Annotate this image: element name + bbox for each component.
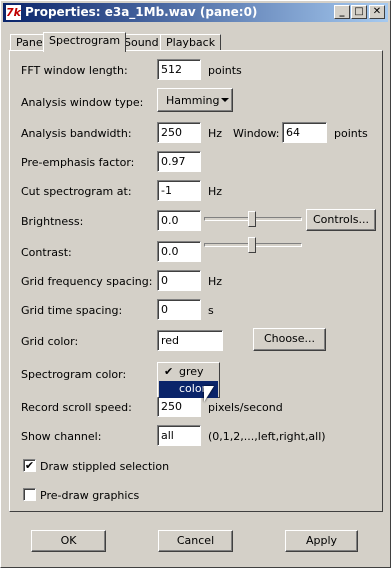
properties-window: 7k Properties: e3a_1Mb.wav (pane:0) _ □ …: [0, 0, 391, 568]
chevron-down-icon: [221, 98, 229, 102]
close-button[interactable]: ✕: [369, 5, 385, 19]
title-bar[interactable]: 7k Properties: e3a_1Mb.wav (pane:0) _ □ …: [3, 3, 388, 22]
scroll-speed-label: Record scroll speed:: [21, 401, 132, 414]
menu-item-color-label: color: [179, 382, 207, 395]
grid-time-input[interactable]: 0: [157, 299, 201, 320]
menu-item-grey[interactable]: ✔ grey: [159, 364, 218, 381]
fft-unit: points: [208, 64, 242, 77]
grid-freq-unit: Hz: [208, 275, 223, 288]
window-label: Window:: [233, 127, 280, 140]
checkmark-icon: ✔: [24, 459, 35, 472]
grid-freq-label: Grid frequency spacing:: [21, 275, 153, 288]
predraw-label: Pre-draw graphics: [40, 489, 140, 502]
choose-color-button[interactable]: Choose...: [253, 328, 326, 351]
analysis-window-dropdown[interactable]: Hamming: [157, 88, 233, 112]
brightness-input[interactable]: 0.0: [157, 210, 201, 231]
analysis-window-value: Hamming: [166, 94, 220, 107]
maximize-button[interactable]: □: [351, 5, 367, 19]
contrast-slider-thumb[interactable]: [248, 237, 256, 253]
fft-label: FFT window length:: [21, 64, 128, 77]
grid-time-label: Grid time spacing:: [21, 304, 123, 317]
cut-label: Cut spectrogram at:: [21, 185, 132, 198]
bandwidth-unit: Hz: [208, 127, 223, 140]
show-channel-hint: (0,1,2,...,left,right,all): [208, 430, 326, 443]
draw-stippled-checkbox[interactable]: ✔: [23, 459, 36, 472]
contrast-input[interactable]: 0.0: [157, 241, 201, 262]
preemphasis-input[interactable]: 0.97: [157, 151, 201, 172]
mouse-cursor-icon: [204, 386, 214, 402]
app-icon: 7k: [6, 5, 21, 20]
cut-input[interactable]: -1: [157, 180, 201, 201]
window-unit: points: [334, 127, 368, 140]
fft-input[interactable]: 512: [157, 59, 201, 80]
show-channel-input[interactable]: all: [157, 425, 201, 446]
spectrogram-color-label: Spectrogram color:: [21, 368, 127, 381]
grid-color-input[interactable]: red: [157, 330, 223, 351]
grid-freq-input[interactable]: 0: [157, 270, 201, 291]
show-channel-label: Show channel:: [21, 430, 102, 443]
window-title: Properties: e3a_1Mb.wav (pane:0): [25, 5, 258, 19]
tab-playback[interactable]: Playback: [160, 34, 222, 51]
analysis-window-label: Analysis window type:: [21, 96, 144, 109]
scroll-speed-unit: pixels/second: [208, 401, 283, 414]
window-input[interactable]: 64: [282, 122, 327, 143]
grid-time-unit: s: [208, 304, 214, 317]
brightness-slider-thumb[interactable]: [248, 211, 256, 227]
scroll-speed-input[interactable]: 250: [157, 396, 201, 417]
predraw-checkbox[interactable]: [23, 488, 36, 501]
preemphasis-label: Pre-emphasis factor:: [21, 156, 135, 169]
ok-button[interactable]: OK: [31, 530, 106, 552]
minimize-button[interactable]: _: [334, 5, 350, 19]
tab-spectrogram[interactable]: Spectrogram: [43, 32, 127, 52]
bandwidth-label: Analysis bandwidth:: [21, 127, 132, 140]
grid-color-label: Grid color:: [21, 335, 79, 348]
cut-unit: Hz: [208, 185, 223, 198]
bandwidth-input[interactable]: 250: [157, 122, 201, 143]
apply-button[interactable]: Apply: [285, 530, 358, 552]
brightness-label: Brightness:: [21, 215, 84, 228]
menu-item-grey-label: grey: [179, 365, 204, 378]
checkmark-icon: ✔: [164, 365, 174, 378]
controls-button[interactable]: Controls...: [306, 209, 376, 231]
contrast-label: Contrast:: [21, 246, 72, 259]
draw-stippled-label: Draw stippled selection: [40, 460, 170, 473]
cancel-button[interactable]: Cancel: [158, 530, 233, 552]
